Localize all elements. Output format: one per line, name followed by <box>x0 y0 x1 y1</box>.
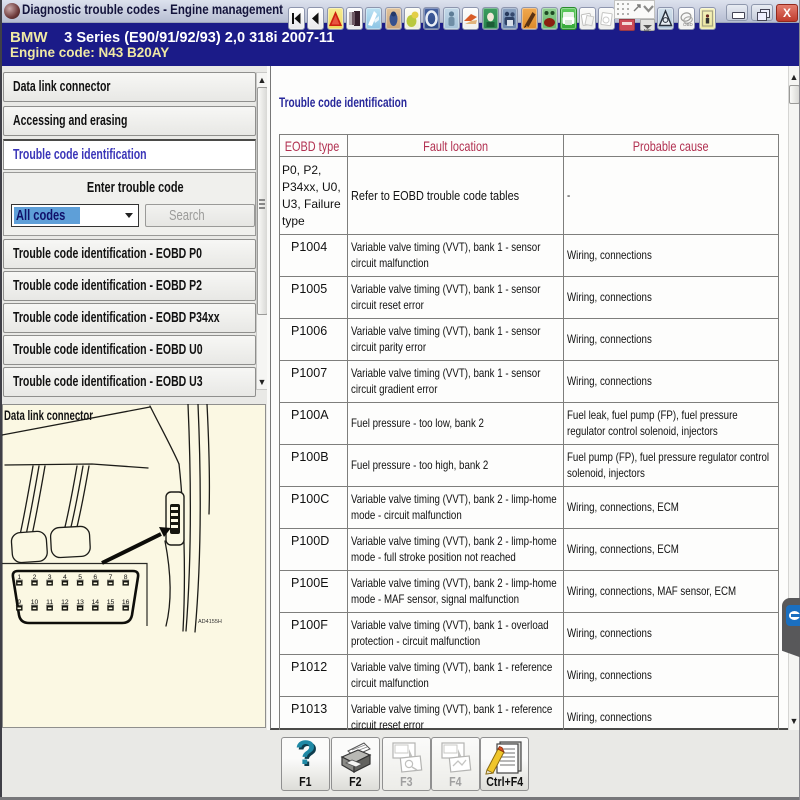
svg-text:MC: MC <box>644 28 652 33</box>
svg-text:OBD: OBD <box>683 22 694 27</box>
svg-text:AD4155H: AD4155H <box>198 619 222 625</box>
